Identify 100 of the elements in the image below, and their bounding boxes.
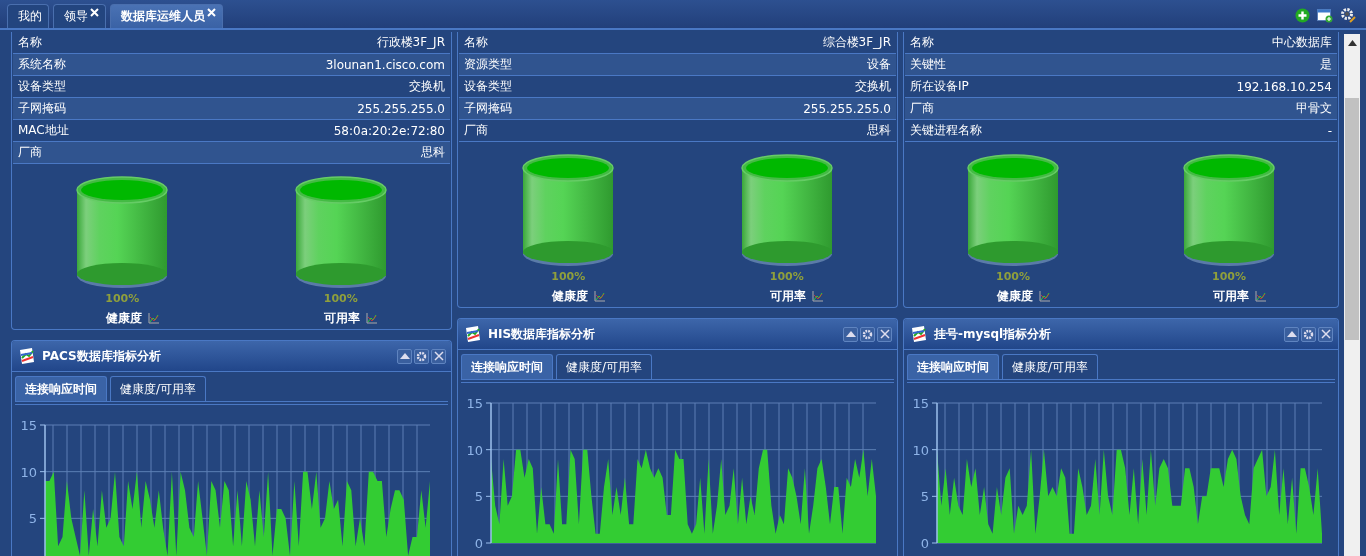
field-value: 行政楼3F_JR — [376, 34, 445, 51]
close-icon[interactable] — [90, 8, 99, 17]
chart-icon[interactable] — [812, 291, 824, 302]
settings-button[interactable] — [1301, 326, 1316, 342]
field-value: 58:0a:20:2e:72:80 — [333, 123, 445, 138]
triangle-icon — [845, 330, 856, 338]
percent-reading: 100% — [551, 270, 586, 283]
close-icon[interactable] — [207, 8, 216, 17]
field-label: MAC地址 — [18, 122, 69, 139]
axis-label: 0 — [474, 536, 483, 551]
field-value: 甲骨文 — [1296, 100, 1332, 117]
report-icon — [18, 347, 36, 365]
axis-label: 5 — [920, 489, 929, 505]
percent-reading: 100% — [323, 292, 358, 305]
collapse-button[interactable] — [397, 348, 412, 364]
axis-label: 0 — [920, 536, 929, 551]
settings-button[interactable] — [414, 348, 429, 364]
panel-title: PACS数据库指标分析 — [42, 347, 162, 365]
axis-label: 10 — [20, 464, 37, 480]
close-icon — [879, 329, 890, 339]
chart-icon[interactable] — [1038, 291, 1050, 302]
panel-title: 挂号-mysql指标分析 — [934, 325, 1053, 343]
report-icon — [464, 325, 482, 343]
panel-tab[interactable]: 健康度/可用率 — [556, 354, 653, 379]
percent-reading: 100% — [769, 270, 804, 283]
settings-icon — [1303, 328, 1314, 340]
axis-label: 5 — [28, 511, 37, 527]
collapse-button[interactable] — [1284, 326, 1299, 342]
field-value: 中心数据库 — [1272, 34, 1332, 51]
chart-icon[interactable] — [1254, 291, 1266, 302]
panel-tab[interactable]: 连接响应时间 — [907, 354, 999, 379]
triangle-icon — [1286, 330, 1297, 338]
axis-label: 10 — [912, 442, 929, 458]
chart-icon[interactable] — [593, 291, 605, 302]
field-label: 关键性 — [910, 56, 946, 73]
field-label: 厂商 — [910, 100, 934, 117]
panel-tab[interactable]: 连接响应时间 — [461, 354, 553, 379]
gauge-label: 健康度 — [996, 288, 1033, 305]
close-button[interactable] — [431, 348, 446, 364]
field-value: 192.168.10.254 — [1236, 79, 1332, 94]
field-label: 名称 — [18, 34, 42, 51]
field-label: 关键进程名称 — [910, 122, 982, 139]
axis-label: 15 — [20, 418, 37, 433]
field-label: 厂商 — [464, 122, 488, 139]
panel-tab[interactable]: 连接响应时间 — [15, 376, 107, 401]
field-label: 子网掩码 — [464, 100, 512, 117]
field-label: 系统名称 — [18, 56, 66, 73]
add-icon[interactable] — [1295, 7, 1310, 23]
field-value: 255.255.255.0 — [803, 101, 891, 116]
panel-tab[interactable]: 健康度/可用率 — [1002, 354, 1099, 379]
field-label: 设备类型 — [18, 78, 66, 95]
percent-reading: 100% — [1212, 270, 1246, 283]
field-label: 资源类型 — [464, 56, 512, 73]
field-value: - — [1327, 123, 1332, 138]
page-tab[interactable]: 我的 — [7, 4, 49, 28]
axis-label: 5 — [474, 489, 483, 505]
settings-button[interactable] — [860, 326, 875, 342]
field-label: 厂商 — [18, 144, 42, 161]
collapse-button[interactable] — [843, 326, 858, 342]
gauge-label: 健康度 — [105, 310, 142, 327]
field-label: 所在设备IP — [910, 78, 969, 95]
field-label: 名称 — [464, 34, 488, 51]
chart-icon[interactable] — [366, 313, 378, 324]
field-label: 设备类型 — [464, 78, 512, 95]
add-window-icon[interactable] — [1317, 7, 1333, 23]
gauge-label: 可用率 — [1212, 288, 1249, 305]
settings-icon — [416, 350, 427, 362]
field-value: 是 — [1320, 56, 1332, 73]
field-value: 交换机 — [855, 78, 891, 95]
page-tab[interactable]: 领导 — [53, 4, 106, 28]
axis-label: 15 — [912, 396, 929, 411]
close-button[interactable] — [877, 326, 892, 342]
percent-reading: 100% — [105, 292, 140, 305]
triangle-icon — [399, 352, 410, 360]
settings-icon[interactable] — [1340, 7, 1356, 23]
field-value: 思科 — [867, 122, 891, 139]
chart-icon[interactable] — [147, 313, 159, 324]
settings-icon — [862, 328, 873, 340]
axis-label: 15 — [466, 396, 483, 411]
field-value: 交换机 — [409, 78, 445, 95]
field-value: 综合楼3F_JR — [822, 34, 891, 51]
field-label: 名称 — [910, 34, 934, 51]
panel-title: HIS数据库指标分析 — [488, 325, 597, 343]
panel-tab[interactable]: 健康度/可用率 — [110, 376, 207, 401]
field-value: 思科 — [421, 144, 445, 161]
field-value: 3lounan1.cisco.com — [325, 57, 445, 72]
field-label: 子网掩码 — [18, 100, 66, 117]
page-tab[interactable]: 数据库运维人员 — [110, 4, 223, 28]
gauge-label: 可用率 — [770, 288, 807, 305]
field-value: 255.255.255.0 — [357, 101, 445, 116]
close-icon — [1320, 329, 1331, 339]
gauge-label: 可用率 — [324, 310, 361, 327]
percent-reading: 100% — [996, 270, 1030, 283]
scroll-up-icon[interactable] — [1347, 40, 1357, 46]
report-icon — [910, 325, 928, 343]
gauge-label: 健康度 — [551, 288, 588, 305]
field-value: 设备 — [867, 56, 891, 73]
scrollbar[interactable] — [1344, 34, 1360, 556]
close-button[interactable] — [1318, 326, 1333, 342]
axis-label: 10 — [466, 442, 483, 458]
